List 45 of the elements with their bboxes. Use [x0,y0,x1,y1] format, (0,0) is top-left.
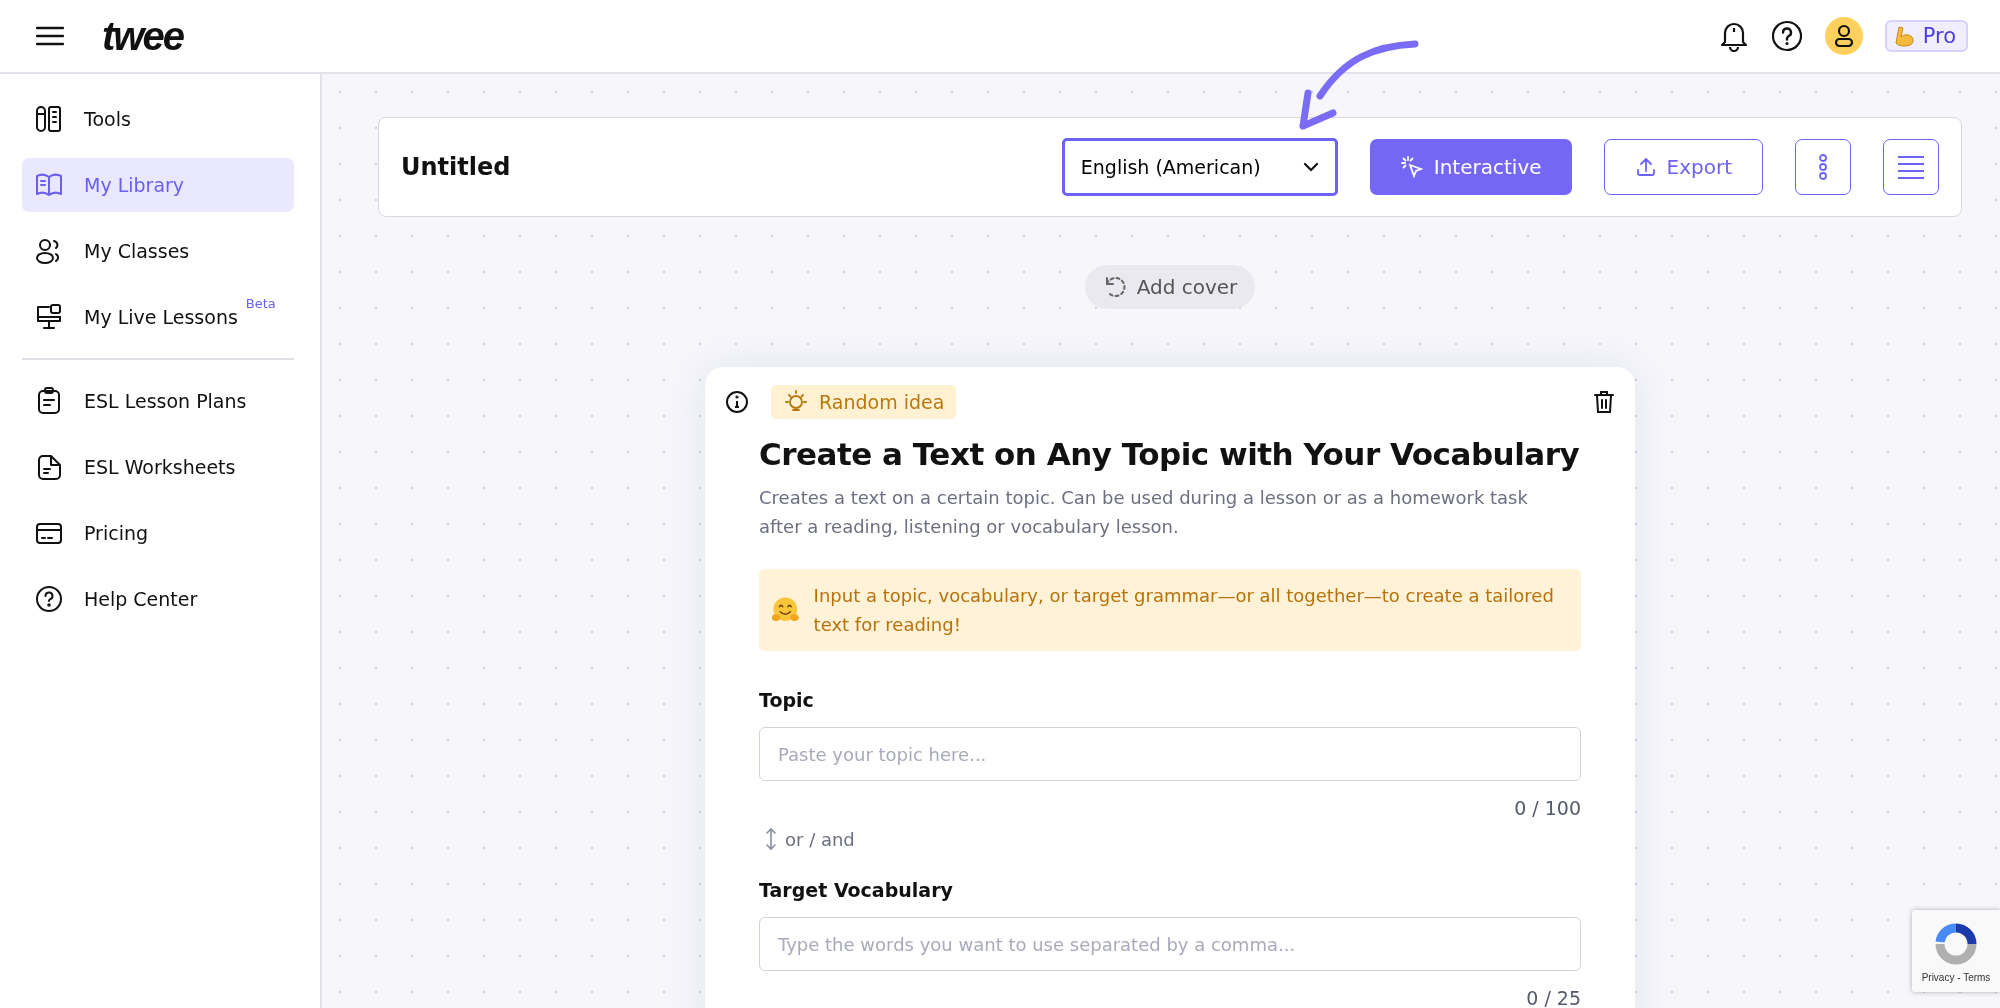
input-field[interactable]: Type the words you want to use separated by a comma... [759,917,1581,971]
menu-icon[interactable] [36,26,64,46]
sidebar-item[interactable]: Tools [22,92,294,146]
sidebar-item[interactable]: ESL Worksheets [22,440,294,494]
flexed-arm-icon [1892,24,1917,48]
input-field[interactable]: Paste your topic here... [759,727,1581,781]
character-counter: 0 / 25 [1526,987,1581,1008]
help-icon[interactable] [1770,20,1803,52]
up-down-arrow-icon [765,827,777,851]
add-cover-button[interactable]: Add cover [1084,265,1256,309]
tool-description: Creates a text on a certain topic. Can be used during a lesson or as a homework task after a reading, listening or vocabulary lesson. [759,486,1529,539]
info-icon[interactable] [725,390,749,414]
upload-icon [1634,156,1657,178]
hint-text: Input a topic, vocabulary, or target grammar—or all together—to create a tailored text for reading! [813,584,1555,637]
separator-label: or / and [785,828,855,850]
more-icon [1818,153,1828,181]
sidebar-item[interactable]: My Library [22,158,294,212]
avatar-icon[interactable] [1824,17,1863,55]
export-button[interactable]: Export [1603,139,1763,195]
field-label: Topic [759,689,815,711]
list-icon [1897,155,1925,179]
beta-label: Beta [245,296,276,311]
monitor-icon [34,302,64,332]
field-label: Target Vocabulary [759,879,954,901]
sidebar-item[interactable]: My Classes [22,224,294,278]
list-button[interactable] [1883,139,1939,195]
more-options-button[interactable] [1795,139,1851,195]
document-title[interactable]: Untitled [401,153,511,181]
sidebar-item[interactable]: My Live Lessons $^{Beta}$ [22,290,294,344]
language-dropdown[interactable]: English (American) [1061,138,1338,196]
recaptcha-links[interactable]: Privacy - Terms [1921,971,1991,983]
interactive-button[interactable]: Interactive [1369,139,1572,195]
sidebar-item[interactable]: ESL Lesson Plans [22,374,294,428]
pro-badge[interactable]: Pro [1884,20,1968,52]
sidebar-item[interactable]: Help Center [22,572,294,626]
bell-icon[interactable] [1718,20,1749,52]
pencil-ruler-icon [34,104,64,134]
trash-icon[interactable] [1593,390,1615,414]
help-icon [34,584,64,614]
tool-title: Create a Text on Any Topic with Your Vocabulary [759,435,1581,474]
logo[interactable]: twee [102,13,183,59]
cursor-click-icon [1399,155,1424,179]
chevron-down-icon [1302,162,1319,172]
character-counter: 0 / 100 [1514,797,1581,819]
sidebar-item[interactable]: Pricing [22,506,294,560]
